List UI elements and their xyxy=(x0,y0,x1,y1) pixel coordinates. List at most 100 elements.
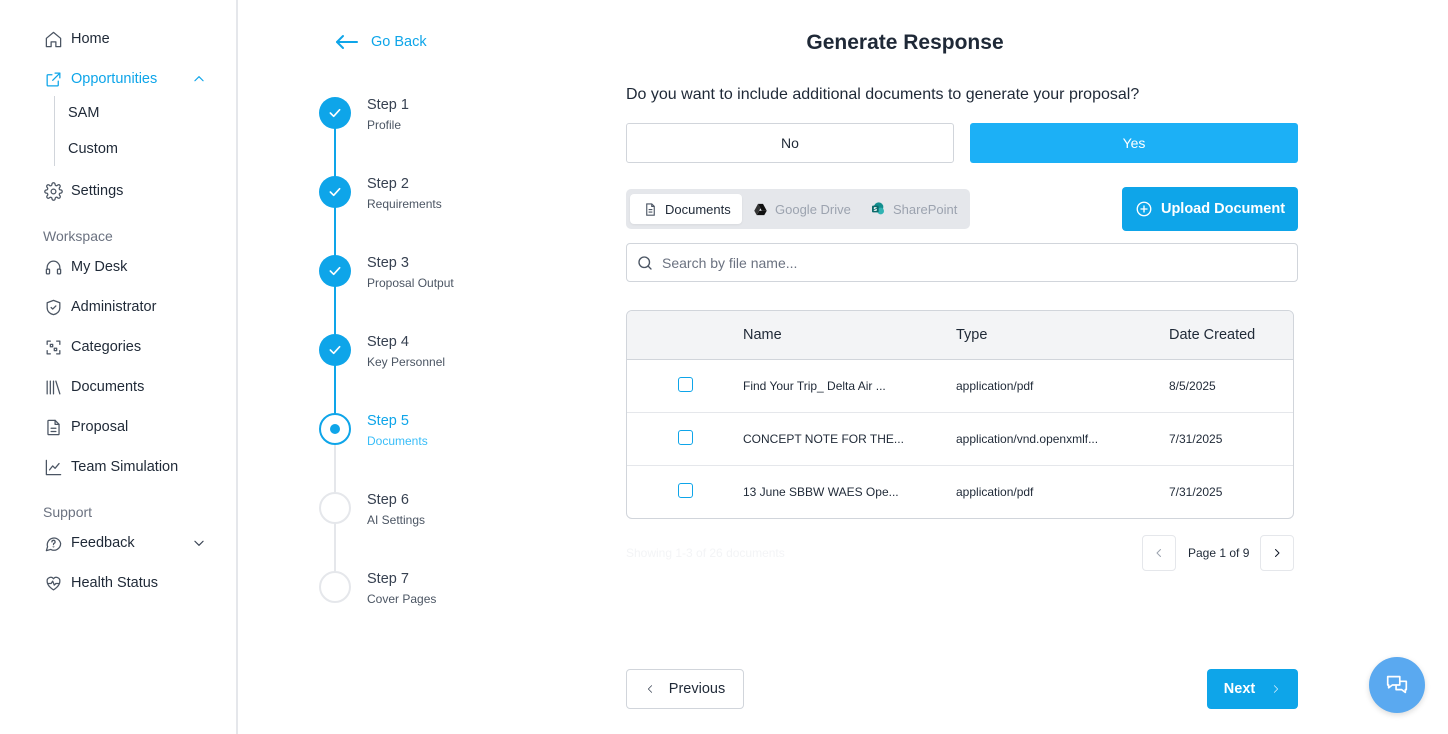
sidebar-item-label: Proposal xyxy=(71,419,129,435)
no-button[interactable]: No xyxy=(626,123,954,163)
sidebar-item-health-status[interactable]: Health Status xyxy=(43,571,158,595)
sidebar-item-label: Team Simulation xyxy=(71,459,179,475)
sidebar-item-team-simulation[interactable]: Team Simulation xyxy=(43,455,178,479)
sidebar-subitem-sam[interactable]: SAM xyxy=(68,105,99,121)
step-6-subtitle: AI Settings xyxy=(367,513,426,527)
row-checkbox[interactable] xyxy=(678,483,693,498)
row-checkbox[interactable] xyxy=(678,430,693,445)
row-checkbox[interactable] xyxy=(678,377,693,392)
sidebar-item-categories[interactable]: Categories xyxy=(43,335,141,359)
include-documents-question: Do you want to include additional docume… xyxy=(626,86,1140,103)
sidebar-item-documents[interactable]: Documents xyxy=(43,375,144,399)
search-box xyxy=(626,243,1298,282)
document-source-tabs: Documents Google Drive S SharePoint xyxy=(626,189,970,229)
step-3-check[interactable] xyxy=(319,255,351,287)
cell-name: CONCEPT NOTE FOR THE... xyxy=(743,432,904,446)
tab-documents[interactable]: Documents xyxy=(630,194,742,224)
table-row[interactable]: 13 June SBBW WAES Ope... application/pdf… xyxy=(627,466,1293,518)
next-label: Next xyxy=(1223,681,1256,697)
cell-type: application/pdf xyxy=(956,379,1034,393)
sidebar-item-label: Home xyxy=(71,31,110,47)
arrow-left-icon xyxy=(336,35,358,49)
sidebar: Home Opportunities SAM Custom Settings W… xyxy=(0,0,238,734)
categories-icon xyxy=(43,337,63,357)
step-5-subtitle: Documents xyxy=(367,434,428,448)
submenu-line xyxy=(54,96,55,166)
external-link-icon xyxy=(43,69,63,89)
next-button[interactable]: Next xyxy=(1207,669,1298,709)
step-2-title: Step 2 xyxy=(367,176,409,192)
step-7-subtitle: Cover Pages xyxy=(367,592,437,606)
showing-count-text: Showing 1-3 of 26 documents xyxy=(626,546,785,560)
step-2-subtitle: Requirements xyxy=(367,197,442,211)
step-4-subtitle: Key Personnel xyxy=(367,355,446,369)
tab-google-drive[interactable]: Google Drive xyxy=(752,194,851,224)
step-5-current[interactable] xyxy=(319,413,351,445)
document-icon xyxy=(642,201,658,217)
step-7-pending xyxy=(319,571,351,603)
sidebar-subitem-custom[interactable]: Custom xyxy=(68,141,118,157)
chevron-left-icon xyxy=(647,685,652,693)
svg-text:S: S xyxy=(873,207,877,213)
prev-page-button[interactable] xyxy=(1142,535,1176,571)
go-back-label: Go Back xyxy=(371,34,427,50)
search-icon xyxy=(638,255,652,270)
chat-bubbles-icon xyxy=(1386,675,1408,694)
sidebar-item-opportunities[interactable]: Opportunities xyxy=(43,67,157,91)
sidebar-item-administrator[interactable]: Administrator xyxy=(43,295,156,319)
headset-icon xyxy=(43,257,63,277)
file-text-icon xyxy=(43,417,63,437)
column-header-date[interactable]: Date Created xyxy=(1169,327,1255,343)
check-icon xyxy=(329,345,341,355)
sidebar-item-label: Documents xyxy=(71,379,145,395)
table-row[interactable]: CONCEPT NOTE FOR THE... application/vnd.… xyxy=(627,413,1293,466)
chat-button[interactable] xyxy=(1369,657,1425,713)
step-1-title: Step 1 xyxy=(367,97,409,113)
step-4-title: Step 4 xyxy=(367,334,409,350)
upload-document-button[interactable]: Upload Document xyxy=(1122,187,1298,231)
search-input[interactable] xyxy=(662,254,1262,271)
check-icon xyxy=(329,187,341,197)
previous-button[interactable]: Previous xyxy=(626,669,744,709)
step-6-title: Step 6 xyxy=(367,492,409,508)
step-2-check[interactable] xyxy=(319,176,351,208)
section-label-support: Support xyxy=(43,504,93,520)
column-header-name[interactable]: Name xyxy=(743,327,782,343)
table-row[interactable]: Find Your Trip_ Delta Air ... applicatio… xyxy=(627,360,1293,413)
sidebar-item-label: Settings xyxy=(71,183,124,199)
next-page-button[interactable] xyxy=(1260,535,1294,571)
sidebar-item-home[interactable]: Home xyxy=(43,27,110,51)
go-back-link[interactable]: Go Back xyxy=(335,33,427,51)
step-1-subtitle: Profile xyxy=(367,118,402,132)
sidebar-item-my-desk[interactable]: My Desk xyxy=(43,255,127,279)
step-6-pending xyxy=(319,492,351,524)
cell-name: 13 June SBBW WAES Ope... xyxy=(743,485,899,499)
sidebar-item-feedback[interactable]: Feedback xyxy=(43,531,135,555)
sidebar-item-settings[interactable]: Settings xyxy=(43,179,123,203)
tab-sharepoint[interactable]: S SharePoint xyxy=(870,194,957,224)
tab-label: Google Drive xyxy=(775,201,851,217)
section-label-workspace: Workspace xyxy=(43,228,113,244)
shield-icon xyxy=(43,297,63,317)
step-7-title: Step 7 xyxy=(367,571,409,587)
cell-type: application/vnd.openxmlf... xyxy=(956,432,1099,446)
chevron-right-icon xyxy=(1274,685,1279,693)
heart-pulse-icon xyxy=(43,573,63,593)
sidebar-item-proposal[interactable]: Proposal xyxy=(43,415,128,439)
step-1-check[interactable] xyxy=(319,97,351,129)
cell-date: 8/5/2025 xyxy=(1169,379,1216,393)
chevron-down-icon[interactable] xyxy=(192,536,206,550)
sidebar-item-label: Health Status xyxy=(71,575,159,591)
tab-label: SharePoint xyxy=(893,201,958,217)
message-circle-icon xyxy=(43,533,63,553)
check-icon xyxy=(329,266,341,276)
chevron-up-icon[interactable] xyxy=(192,72,206,86)
documents-table: Name Type Date Created Find Your Trip_ D… xyxy=(626,310,1294,519)
cell-date: 7/31/2025 xyxy=(1169,485,1223,499)
check-icon xyxy=(329,108,341,118)
step-4-check[interactable] xyxy=(319,334,351,366)
yes-button[interactable]: Yes xyxy=(970,123,1298,163)
column-header-type[interactable]: Type xyxy=(956,327,987,343)
step-5-title: Step 5 xyxy=(367,413,409,429)
google-drive-icon xyxy=(752,201,768,217)
